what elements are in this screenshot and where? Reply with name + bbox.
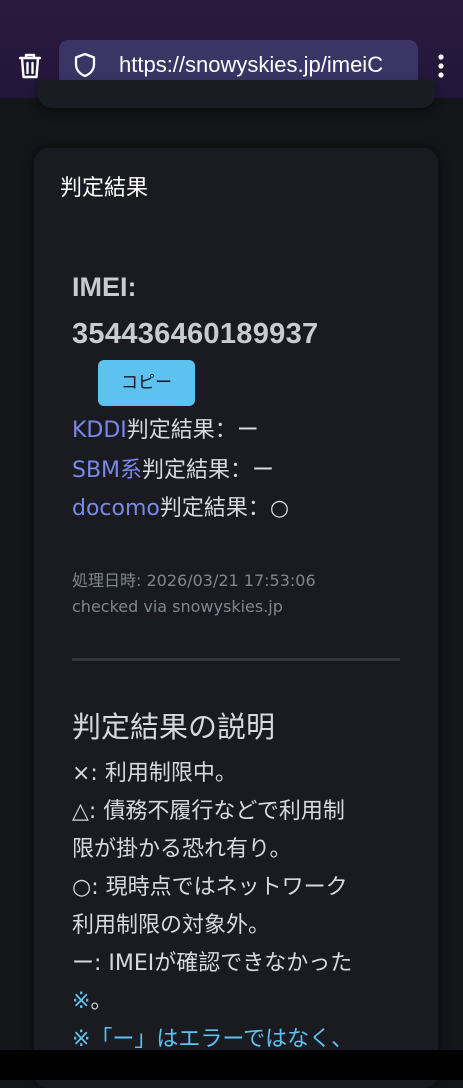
navigation-bar xyxy=(0,1050,463,1080)
explanation-note-ref: ※。 xyxy=(72,983,112,1015)
shield-icon[interactable] xyxy=(73,52,97,78)
copy-button[interactable]: コピー xyxy=(98,360,195,406)
result-sbm: SBM系判定結果：ー xyxy=(72,452,274,484)
result-docomo-value: 判定結果：○ xyxy=(159,496,290,521)
explanation-line: ○: 現時点ではネットワーク xyxy=(72,875,348,900)
explanation-line: 利用制限の対象外。 xyxy=(72,913,271,938)
imei-value: 354436460189937 xyxy=(72,318,319,350)
processed-timestamp: 処理日時: 2026/03/21 17:53:06 xyxy=(72,571,316,590)
more-vertical-icon[interactable] xyxy=(434,52,448,80)
explanation-line: ×: 利用制限中。 xyxy=(72,761,237,786)
carrier-link-docomo[interactable]: docomo xyxy=(72,496,160,521)
trash-icon[interactable] xyxy=(17,52,43,80)
checked-via: checked via snowyskies.jp xyxy=(72,597,283,616)
divider xyxy=(72,658,400,661)
explanation-line: ー: IMEIが確認できなかった xyxy=(72,951,353,976)
url-text[interactable]: https://snowyskies.jp/imeiC xyxy=(119,52,383,78)
explanation-line: 限が掛かる恐れ有り。 xyxy=(72,837,292,862)
result-kddi: KDDI判定結果：ー xyxy=(72,412,259,444)
explanation-line: △: 債務不履行などで利用制 xyxy=(72,799,345,824)
carrier-link-sbm[interactable]: SBM系 xyxy=(72,458,142,483)
carrier-link-kddi[interactable]: KDDI xyxy=(72,418,127,443)
card-title: 判定結果 xyxy=(60,176,149,201)
note-mark[interactable]: ※ xyxy=(72,989,90,1014)
previous-card xyxy=(38,80,435,108)
result-kddi-value: 判定結果：ー xyxy=(126,418,259,443)
result-docomo: docomo判定結果：○ xyxy=(72,490,289,522)
explanation-note: ※「ー」はエラーではなく、 xyxy=(72,1027,354,1052)
explanation-title: 判定結果の説明 xyxy=(72,710,276,744)
result-sbm-value: 判定結果：ー xyxy=(142,458,275,483)
imei-label: IMEI: xyxy=(72,272,137,302)
note-end: 。 xyxy=(90,989,113,1014)
